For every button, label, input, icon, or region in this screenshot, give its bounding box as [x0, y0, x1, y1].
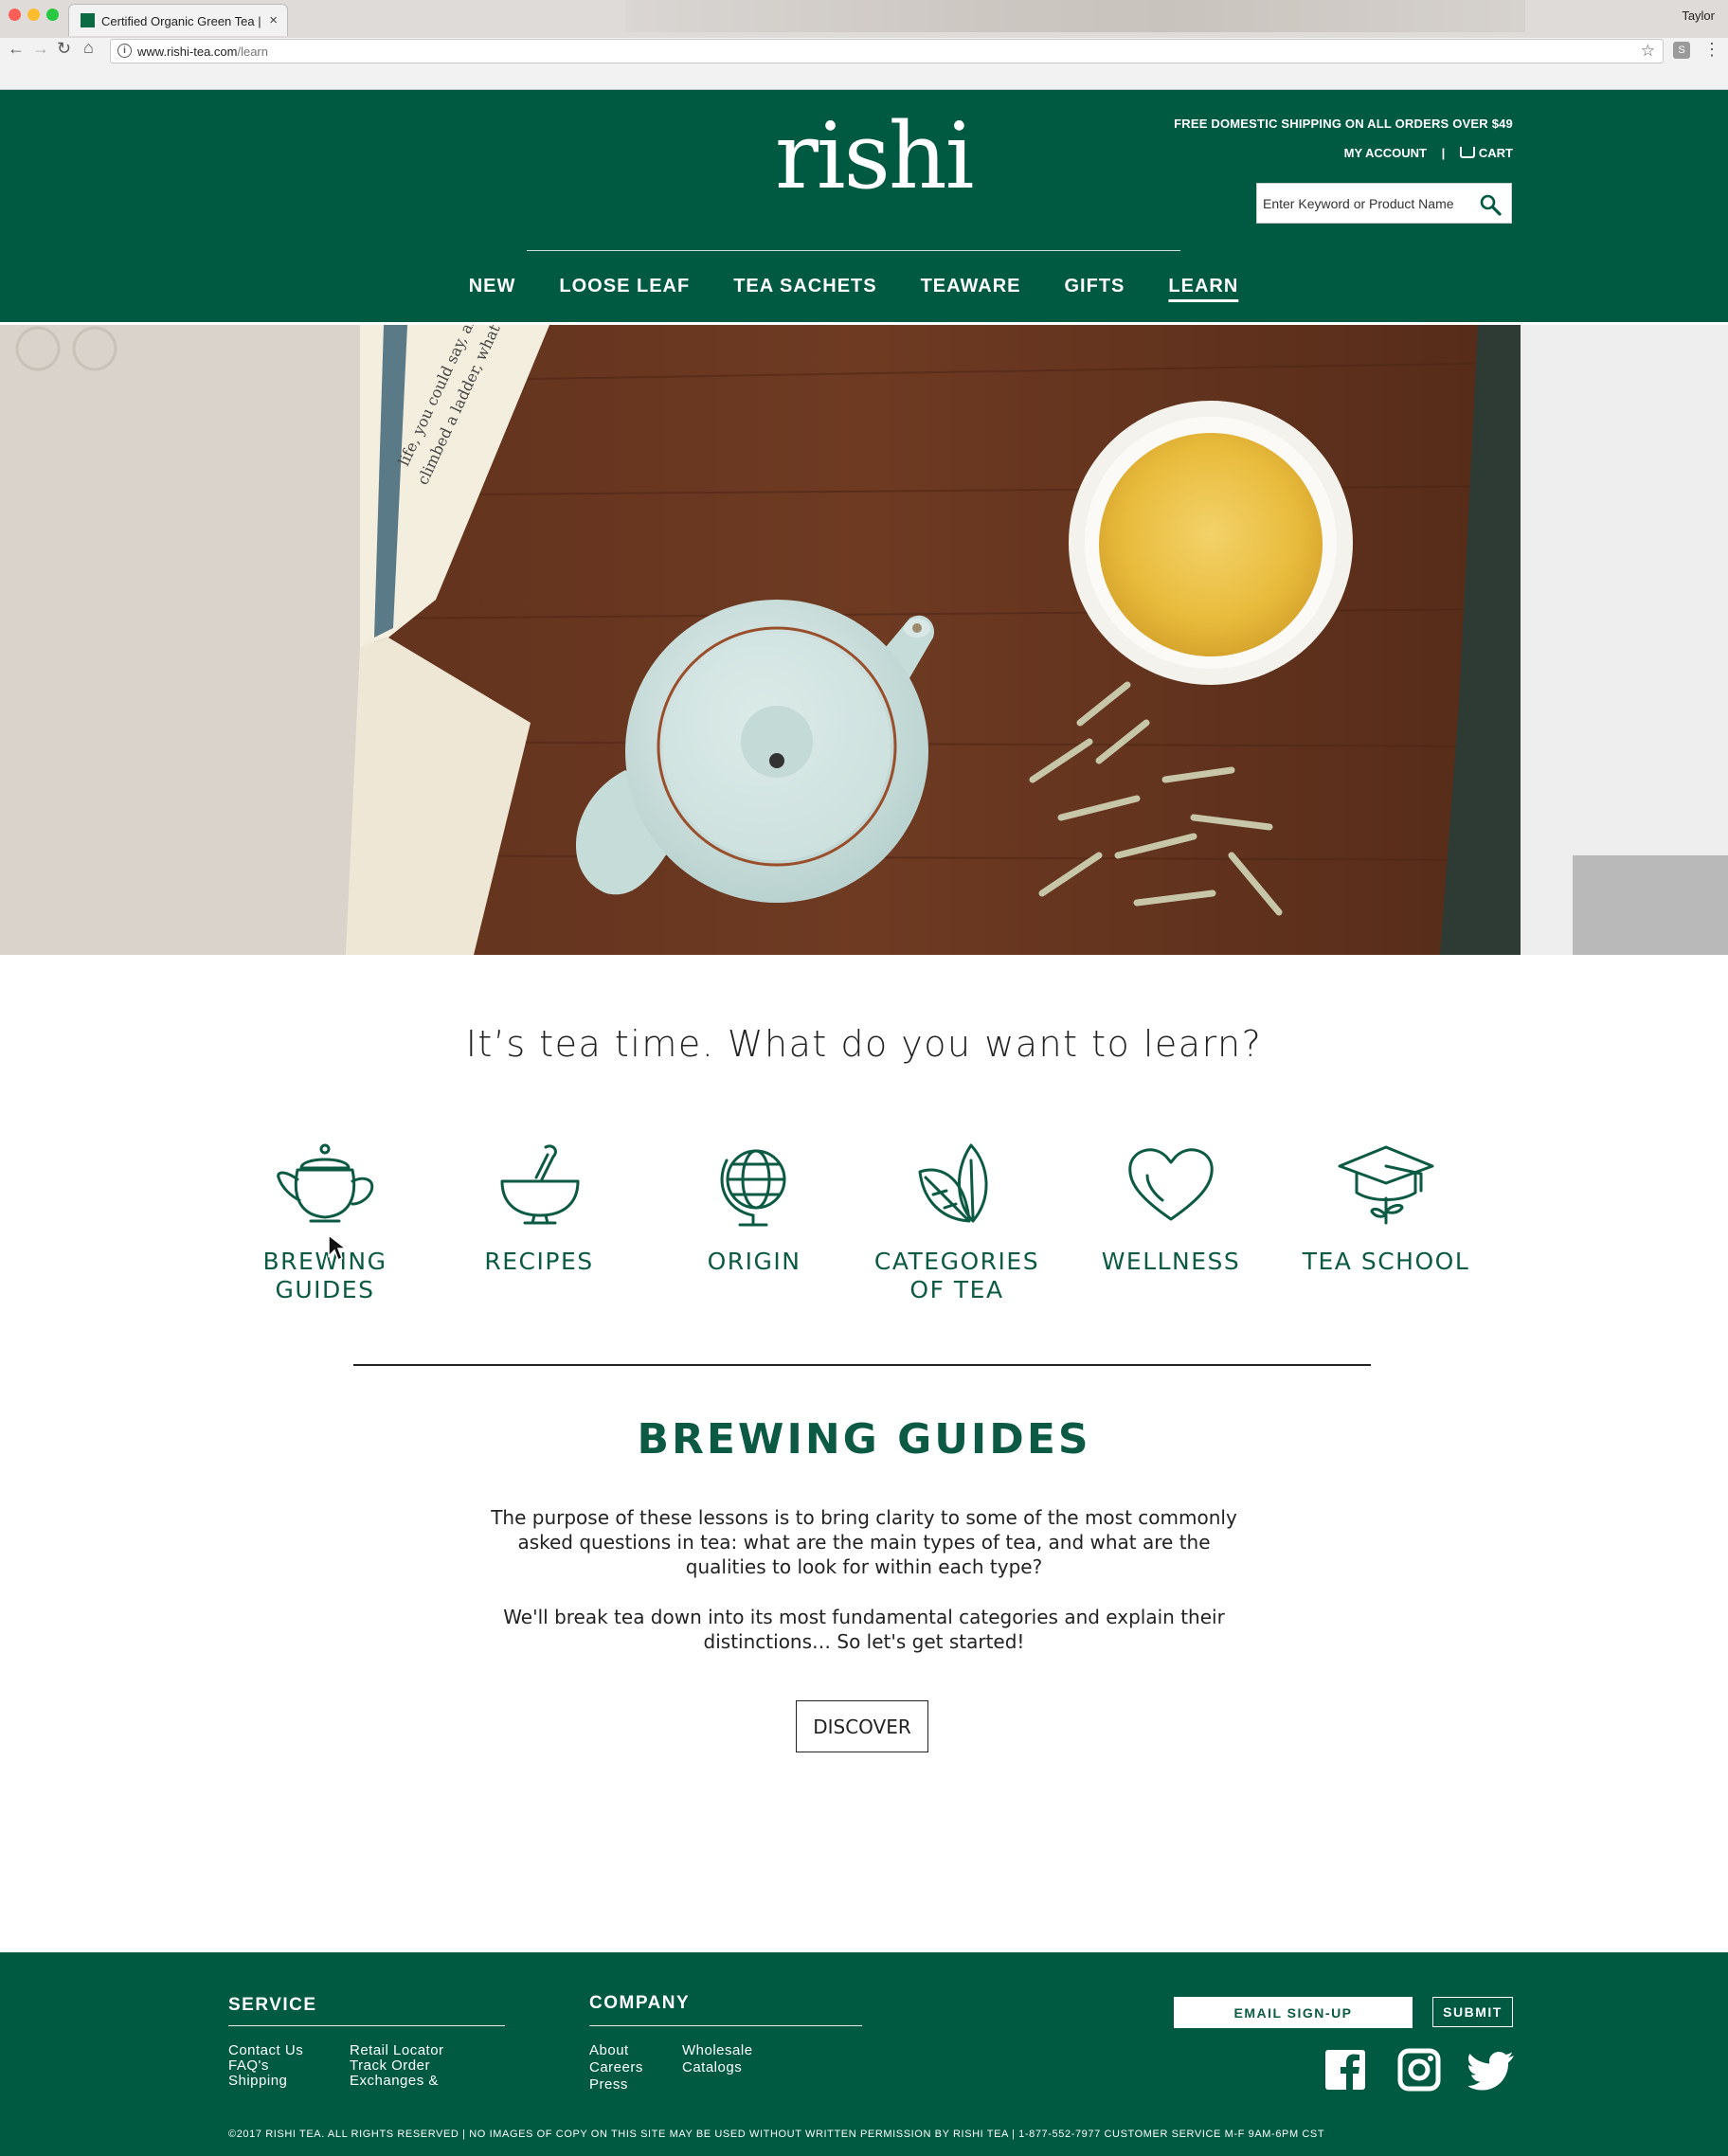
tea-still-life-illustration: life, you could say, and Sal was his lad…	[0, 325, 1728, 955]
url-text: www.rishi-tea.com/learn	[137, 45, 268, 59]
heart-icon	[1128, 1148, 1214, 1221]
nav-gifts[interactable]: GIFTS	[1043, 276, 1147, 297]
topic-label: ORIGIN	[707, 1248, 801, 1275]
topic-grid: BREWING GUIDES RECIPES ORIGIN CATEGORIES…	[0, 1141, 1728, 1331]
reload-icon[interactable]: ↻	[57, 39, 71, 59]
copyright-text: ©2017 RISHI TEA. ALL RIGHTS RESERVED | N…	[228, 2129, 1325, 2140]
url-path: /learn	[237, 45, 268, 59]
footer-link-careers[interactable]: Careers	[589, 2060, 643, 2075]
topic-label: WELLNESS	[1101, 1248, 1241, 1275]
browser-tab-bar: Certified Organic Green Tea | × Taylor	[0, 0, 1728, 38]
topic-label: TEA SCHOOL	[1302, 1248, 1470, 1275]
footer-link-press[interactable]: Press	[589, 2077, 628, 2093]
forward-icon[interactable]: →	[32, 39, 49, 59]
footer-link-shipping[interactable]: Shipping	[228, 2074, 287, 2089]
section-paragraph: The purpose of these lessons is to bring…	[491, 1506, 1237, 1578]
search-input[interactable]	[1263, 184, 1471, 223]
email-submit-button[interactable]: SUBMIT	[1432, 1997, 1513, 2027]
tab-title: Certified Organic Green Tea |	[101, 14, 261, 28]
back-icon[interactable]: ←	[8, 39, 25, 59]
account-separator: |	[1441, 146, 1446, 160]
cart-icon	[1459, 147, 1475, 158]
footer-link-retail-locator[interactable]: Retail Locator	[350, 2043, 444, 2058]
graduation-cap-icon	[1338, 1145, 1434, 1225]
search-icon[interactable]	[1479, 193, 1502, 216]
nav-tea-sachets[interactable]: TEA SACHETS	[711, 276, 898, 297]
footer-link-contact-us[interactable]: Contact Us	[228, 2043, 303, 2058]
tea-leaves-icon	[918, 1143, 988, 1223]
hero-image: life, you could say, and Sal was his lad…	[0, 325, 1728, 955]
footer-service-title: SERVICE	[228, 1995, 317, 2015]
url-host: www.rishi-tea.com	[137, 45, 238, 59]
twitter-icon[interactable]	[1468, 2048, 1516, 2092]
nav-loose-leaf[interactable]: LOOSE LEAF	[537, 276, 711, 297]
discover-button[interactable]: DISCOVER	[796, 1700, 928, 1752]
nav-new[interactable]: NEW	[447, 276, 538, 297]
shipping-promo: FREE DOMESTIC SHIPPING ON ALL ORDERS OVE…	[1174, 117, 1513, 131]
footer-link-about[interactable]: About	[589, 2043, 629, 2058]
footer-company-title: COMPANY	[589, 1993, 691, 2013]
section-paragraph: We'll break tea down into its most funda…	[503, 1606, 1225, 1653]
browser-user-name[interactable]: Taylor	[1682, 9, 1715, 23]
topic-label: BREWING GUIDES	[262, 1248, 387, 1303]
facebook-icon[interactable]	[1323, 2048, 1367, 2092]
search-box	[1256, 183, 1512, 224]
bookmark-star-icon[interactable]: ☆	[1641, 42, 1655, 61]
topic-recipes[interactable]: RECIPES	[435, 1141, 643, 1276]
my-account-link[interactable]: MY ACCOUNT	[1344, 146, 1427, 160]
mouse-cursor-icon	[328, 1233, 348, 1262]
nav-teaware[interactable]: TEAWARE	[899, 276, 1043, 297]
footer-link-track-order[interactable]: Track Order	[350, 2058, 430, 2074]
browser-menu-icon[interactable]: ⋮	[1703, 40, 1720, 60]
section-divider	[353, 1364, 1371, 1366]
learn-headline: It’s tea time. What do you want to learn…	[465, 1023, 1263, 1065]
address-bar-row: ← → ↻ ⌂ i www.rishi-tea.com/learn ☆	[0, 38, 1728, 90]
extension-icon[interactable]: S	[1673, 42, 1690, 59]
email-signup-field[interactable]	[1174, 1997, 1413, 2028]
maximize-window-button[interactable]	[46, 9, 59, 21]
topic-wellness[interactable]: WELLNESS	[1067, 1141, 1275, 1276]
site-info-icon[interactable]: i	[117, 44, 132, 58]
footer-link-exchanges[interactable]: Exchanges &	[350, 2074, 439, 2089]
tab-bar-background	[625, 0, 1525, 32]
minimize-window-button[interactable]	[27, 9, 40, 21]
teapot-icon	[277, 1143, 374, 1223]
footer-company-rule	[589, 2025, 862, 2026]
footer-service-rule	[228, 2025, 505, 2026]
cart-link[interactable]: CART	[1459, 146, 1513, 160]
home-icon[interactable]: ⌂	[83, 38, 94, 58]
topic-tea-school[interactable]: TEA SCHOOL	[1282, 1141, 1490, 1276]
cart-label: CART	[1478, 146, 1513, 160]
footer-link-catalogs[interactable]: Catalogs	[682, 2060, 742, 2075]
topic-label: RECIPES	[484, 1248, 594, 1275]
close-window-button[interactable]	[9, 9, 21, 21]
topic-brewing-guides[interactable]: BREWING GUIDES	[221, 1141, 429, 1304]
header-divider	[527, 250, 1180, 251]
section-title: BREWING GUIDES	[637, 1415, 1091, 1464]
footer-link-wholesale[interactable]: Wholesale	[682, 2043, 753, 2058]
browser-tab[interactable]: Certified Organic Green Tea | ×	[68, 4, 288, 36]
nav-learn[interactable]: LEARN	[1146, 276, 1260, 297]
site-footer: SERVICE Contact Us FAQ's Shipping Retail…	[0, 1952, 1728, 2156]
globe-icon	[720, 1149, 786, 1227]
footer-link-faqs[interactable]: FAQ's	[228, 2058, 269, 2074]
main-nav: NEW LOOSE LEAF TEA SACHETS TEAWARE GIFTS…	[469, 276, 1238, 297]
topic-label: CATEGORIES OF TEA	[873, 1248, 1040, 1303]
site-header: rishi FREE DOMESTIC SHIPPING ON ALL ORDE…	[0, 90, 1728, 322]
topic-categories-of-tea[interactable]: CATEGORIES OF TEA	[853, 1141, 1061, 1304]
tab-close-icon[interactable]: ×	[269, 12, 278, 28]
account-links: MY ACCOUNT | CART	[1344, 146, 1513, 160]
url-field[interactable]: i www.rishi-tea.com/learn ☆	[110, 39, 1664, 63]
topic-origin[interactable]: ORIGIN	[650, 1141, 858, 1276]
mortar-pestle-icon	[500, 1144, 580, 1225]
rishi-logo[interactable]: rishi	[775, 111, 974, 202]
instagram-icon[interactable]	[1397, 2048, 1441, 2092]
favicon-icon	[81, 13, 95, 27]
